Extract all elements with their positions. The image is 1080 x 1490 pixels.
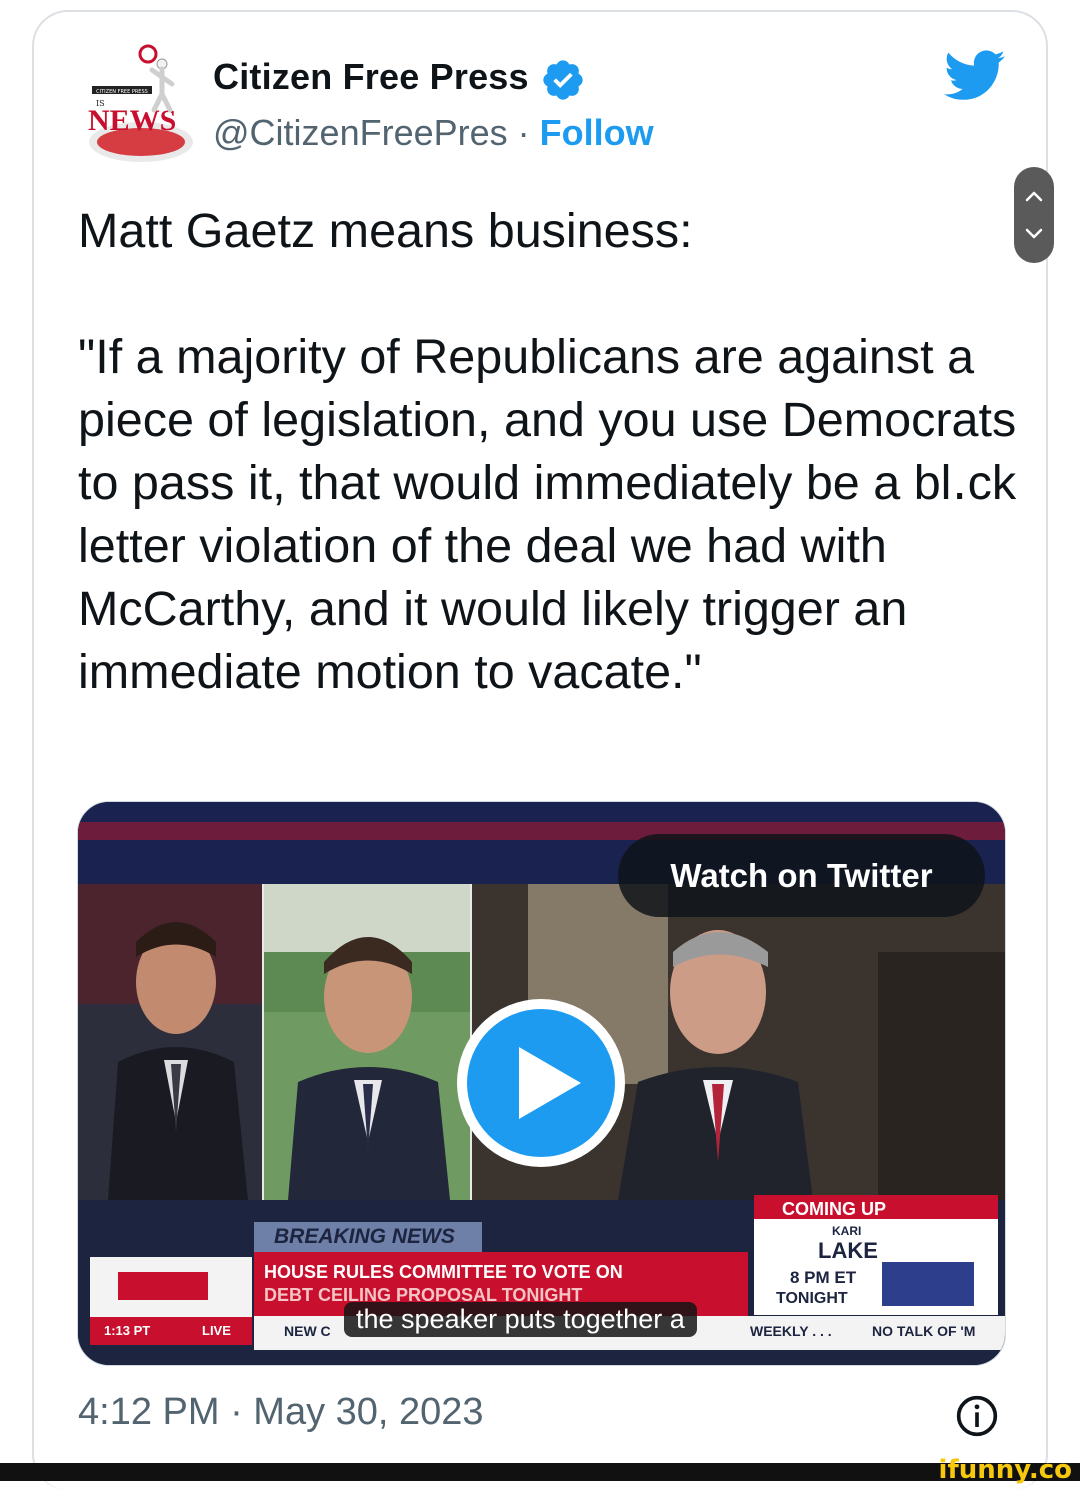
- tweet-timestamp[interactable]: 4:12 PM · May 30, 2023: [78, 1391, 484, 1434]
- breaking-news-label: BREAKING NEWS: [274, 1225, 455, 1248]
- tweet-text: Matt Gaetz means business: "If a majorit…: [78, 204, 1017, 699]
- watch-on-twitter-button[interactable]: Watch on Twitter: [618, 834, 985, 917]
- info-icon[interactable]: [955, 1394, 999, 1438]
- author-avatar[interactable]: CITIZEN FREE PRESS IS NEWS: [82, 42, 200, 170]
- time-label: 1:13 PT: [104, 1323, 151, 1338]
- ticker-far-right: NO TALK OF 'M: [872, 1323, 976, 1339]
- author-name[interactable]: Citizen Free Press: [213, 56, 529, 98]
- svg-text:CITIZEN FREE PRESS: CITIZEN FREE PRESS: [96, 89, 148, 95]
- time-pm-label: 8 PM ET: [790, 1268, 857, 1287]
- kari-label: KARI: [832, 1224, 862, 1238]
- video-player[interactable]: BREAKING NEWS HOUSE RULES COMMITTEE TO V…: [77, 801, 1006, 1366]
- follow-button[interactable]: Follow: [540, 112, 654, 153]
- lake-label: LAKE: [818, 1238, 878, 1263]
- chevron-up-down-icon: [1025, 191, 1043, 239]
- verified-badge-icon: [543, 60, 583, 100]
- ticker-prefix: NEW C: [284, 1323, 331, 1339]
- author-handle[interactable]: @CitizenFreePres: [213, 112, 508, 153]
- svg-text:NEWS: NEWS: [88, 104, 176, 137]
- headline-line-1: HOUSE RULES COMMITTEE TO VOTE ON: [264, 1262, 623, 1282]
- live-label: LIVE: [202, 1323, 231, 1338]
- page-scroller[interactable]: [1014, 167, 1054, 263]
- tonight-label: TONIGHT: [776, 1290, 848, 1307]
- bottom-bar: [0, 1463, 1080, 1481]
- handle-row: @CitizenFreePres · Follow: [213, 112, 654, 154]
- play-icon[interactable]: [453, 995, 629, 1171]
- ticker-right: WEEKLY . . .: [750, 1323, 832, 1339]
- separator: ·: [517, 112, 530, 153]
- twitter-bird-icon[interactable]: [944, 50, 1006, 102]
- video-caption: the speaker puts together a: [344, 1302, 697, 1337]
- coming-up-label: COMING UP: [782, 1199, 887, 1219]
